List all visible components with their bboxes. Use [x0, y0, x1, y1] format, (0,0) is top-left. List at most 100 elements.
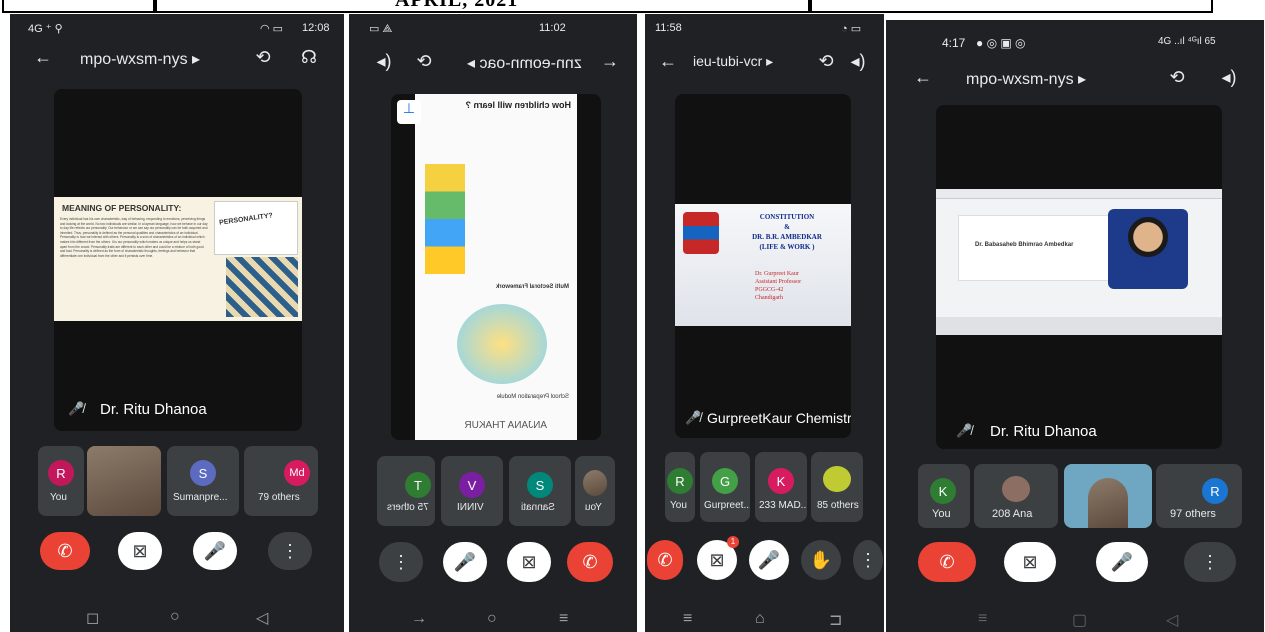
others-tile[interactable]: R 97 others	[1156, 464, 1242, 528]
nav-recents-icon[interactable]: ◻	[86, 608, 99, 628]
status-bar: 4G ⁺ ⚲ ◠ ▭ 12:08	[10, 14, 344, 40]
end-call-button[interactable]: ✆	[918, 542, 976, 582]
slide-title-line: CONSTITUTION	[759, 213, 815, 221]
participant-video-tile[interactable]	[87, 446, 161, 516]
avatar: R	[667, 468, 693, 494]
browser-bar	[936, 189, 1222, 199]
document-title: APRIL, 2021	[395, 0, 519, 11]
switch-camera-icon[interactable]: ⟲	[813, 48, 839, 74]
shared-slide: Dr. Babasaheb Bhimrao Ambedkar	[936, 189, 1222, 335]
pin-icon[interactable]: ⊥	[397, 100, 421, 124]
nav-home-icon[interactable]: ⌂	[755, 610, 765, 628]
others-tile[interactable]: T 75 others	[377, 456, 435, 526]
camera-off-button[interactable]: ⊠	[118, 532, 162, 570]
participant-name: Gurpreet...	[704, 500, 750, 511]
more-options-button[interactable]: ⋮	[268, 532, 312, 570]
speaker-icon[interactable]: ◂)	[371, 48, 397, 74]
switch-camera-icon[interactable]: ⟲	[411, 48, 437, 74]
slide-title-line: &	[784, 223, 790, 231]
speaker-icon[interactable]: ◂)	[845, 48, 871, 74]
avatar: S	[527, 472, 553, 498]
end-call-button[interactable]: ✆	[567, 542, 613, 582]
participant-name: Sumanpre...	[173, 492, 228, 503]
presentation-tile[interactable]: CONSTITUTION & DR. B.R. AMBEDKAR (LIFE &…	[675, 94, 851, 438]
slide-tiles-image	[226, 257, 298, 317]
presentation-tile[interactable]: Dr. Babasaheb Bhimrao Ambedkar 🎤̸ Dr. Ri…	[936, 105, 1222, 449]
meeting-header: ← ieu-tubi-vcr ▸ ⟲ ◂)	[645, 44, 884, 80]
back-arrow-icon[interactable]: ←	[655, 48, 681, 74]
meeting-code[interactable]: mpo-wxsm-nys ▸	[966, 69, 1086, 89]
slide-subheading-2: School Preparation Module	[496, 394, 569, 400]
switch-camera-icon[interactable]: ⟲	[1164, 64, 1190, 90]
signal-status: 4G ⁺ ⚲	[28, 23, 63, 35]
nav-menu-icon[interactable]: ≡	[559, 610, 568, 628]
mic-off-button[interactable]: 🎤	[443, 542, 487, 582]
mic-off-icon: 🎤̸	[68, 401, 85, 416]
participant-video	[87, 446, 161, 516]
avatar: R	[48, 460, 74, 486]
slide-city: Chandigarh	[755, 295, 783, 301]
switch-camera-icon[interactable]: ⟲	[250, 44, 276, 70]
shared-slide: CONSTITUTION & DR. B.R. AMBEDKAR (LIFE &…	[675, 204, 851, 326]
headphones-icon[interactable]: ☊	[296, 44, 322, 70]
participant-tile[interactable]: V VINNI	[441, 456, 503, 526]
nav-home-icon[interactable]: ○	[487, 610, 497, 628]
participant-tile[interactable]: 208 Ana	[974, 464, 1058, 528]
nav-home-icon[interactable]: ▢	[1072, 610, 1087, 630]
self-tile[interactable]: K You	[918, 464, 970, 528]
avatar	[823, 466, 851, 492]
back-arrow-icon[interactable]: ←	[910, 64, 936, 90]
mic-off-button[interactable]: 🎤	[193, 532, 237, 570]
mic-off-button[interactable]: 🎤	[749, 540, 789, 580]
emblem-icon	[683, 212, 719, 254]
nav-back-icon[interactable]: ◁	[1166, 610, 1178, 630]
presenter-name: ANJANA THAKUR	[464, 420, 547, 431]
nav-home-icon[interactable]: ○	[170, 608, 180, 626]
participant-tile[interactable]: S Sumanpre...	[167, 446, 239, 516]
presentation-tile[interactable]: How children will learn ? Multi Sectoral…	[391, 94, 601, 440]
meeting-code[interactable]: znn-eomn-oac ▸	[467, 53, 582, 73]
meeting-header: ← mpo-wxsm-nys ▸ ⟲ ☊	[10, 40, 344, 76]
meeting-code[interactable]: mpo-wxsm-nys ▸	[80, 49, 200, 69]
camera-off-button[interactable]: ⊠	[1004, 542, 1056, 582]
end-call-button[interactable]: ✆	[647, 540, 683, 580]
notification-badge: 1	[727, 536, 739, 548]
nav-back-icon[interactable]: →	[411, 610, 427, 628]
slide-org: PGGCG-42	[755, 287, 784, 293]
participant-tile[interactable]: S Sannati	[509, 456, 571, 526]
raise-hand-button[interactable]: ✋	[801, 540, 841, 580]
end-call-button[interactable]: ✆	[40, 532, 90, 570]
self-tile[interactable]: You	[575, 456, 615, 526]
more-options-button[interactable]: ⋮	[853, 540, 883, 580]
self-tile[interactable]: R You	[665, 452, 695, 522]
battery-icon: ◠ ▭	[260, 23, 284, 35]
nav-menu-icon[interactable]: ≡	[978, 610, 987, 628]
others-tile[interactable]: 85 others	[811, 452, 863, 522]
meeting-header: ← mpo-wxsm-nys ▸ ⟲ ◂)	[886, 60, 1264, 96]
nav-back-icon[interactable]: ⊐	[829, 610, 842, 630]
nav-menu-icon[interactable]: ≡	[683, 610, 692, 628]
back-arrow-icon[interactable]: ←	[30, 44, 56, 70]
phone-screenshot-3: 11:58 ◔ ▭ ← ieu-tubi-vcr ▸ ⟲ ◂) CONSTITU…	[645, 14, 884, 632]
speaker-icon[interactable]: ◂)	[1216, 64, 1242, 90]
participant-tile[interactable]: R You	[38, 446, 84, 516]
back-arrow-icon[interactable]: →	[597, 48, 623, 74]
participant-tile[interactable]: K 233 MAD...	[755, 452, 807, 522]
status-bar: 4:17 ● ◎ ▣ ◎ 4G ..ıl ⁴ᴳıl 65	[886, 20, 1264, 50]
presentation-tile[interactable]: MEANING OF PERSONALITY: Every individual…	[54, 89, 302, 431]
slide-cartoon: PERSONALITY?	[214, 201, 298, 255]
others-count: 85 others	[817, 500, 859, 511]
status-bar: 11:58 ◔ ▭	[645, 14, 884, 40]
participant-tile[interactable]: G Gurpreet...	[700, 452, 750, 522]
mic-off-button[interactable]: 🎤	[1096, 542, 1148, 582]
more-options-button[interactable]: ⋮	[379, 542, 423, 582]
more-options-button[interactable]: ⋮	[1184, 542, 1236, 582]
phone-screenshot-2: ▭ ⟁ 11:02 ◂) ⟲ znn-eomn-oac ▸ → How chil…	[349, 14, 637, 632]
camera-off-button[interactable]: ⊠	[507, 542, 551, 582]
others-count: 79 others	[258, 492, 300, 503]
others-tile[interactable]: Md 79 others	[244, 446, 318, 516]
meeting-code[interactable]: ieu-tubi-vcr ▸	[693, 53, 773, 70]
nav-back-icon[interactable]: ◁	[256, 608, 268, 628]
participant-video-tile[interactable]	[1064, 464, 1152, 528]
wifi-battery-icon: ◔ ▭	[841, 23, 862, 35]
